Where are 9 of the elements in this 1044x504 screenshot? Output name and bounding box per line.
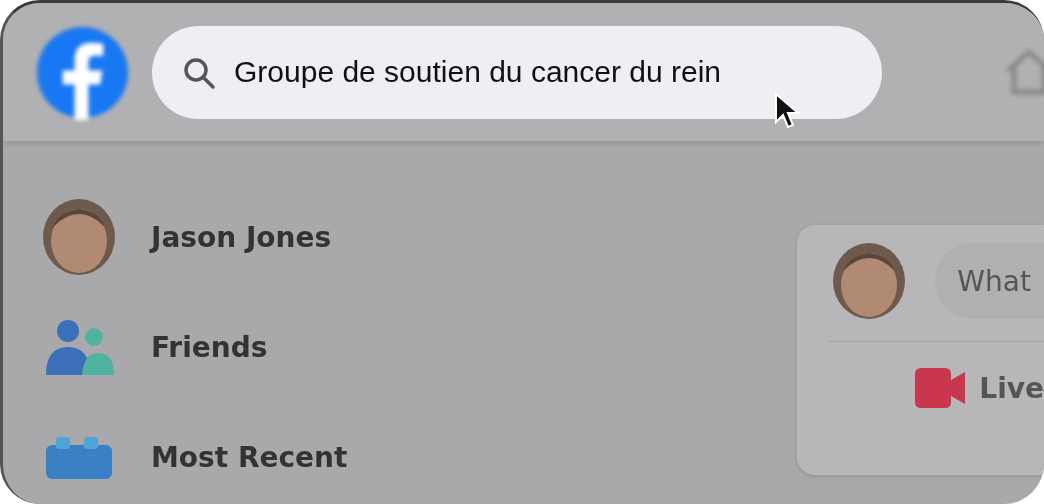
action-button[interactable]: Live: [979, 371, 1044, 405]
search-icon: [182, 55, 216, 90]
logo-icon[interactable]: [35, 24, 130, 120]
sidebar-item[interactable]: Friends: [151, 330, 268, 364]
cursor-icon: [774, 91, 800, 130]
post-field[interactable]: What: [935, 243, 1044, 319]
sidebar-item[interactable]: Most Recent: [151, 440, 348, 474]
search-field[interactable]: Groupe de soutien du cancer du rein: [152, 25, 882, 119]
sidebar-item[interactable]: Jason Jones: [151, 220, 332, 254]
